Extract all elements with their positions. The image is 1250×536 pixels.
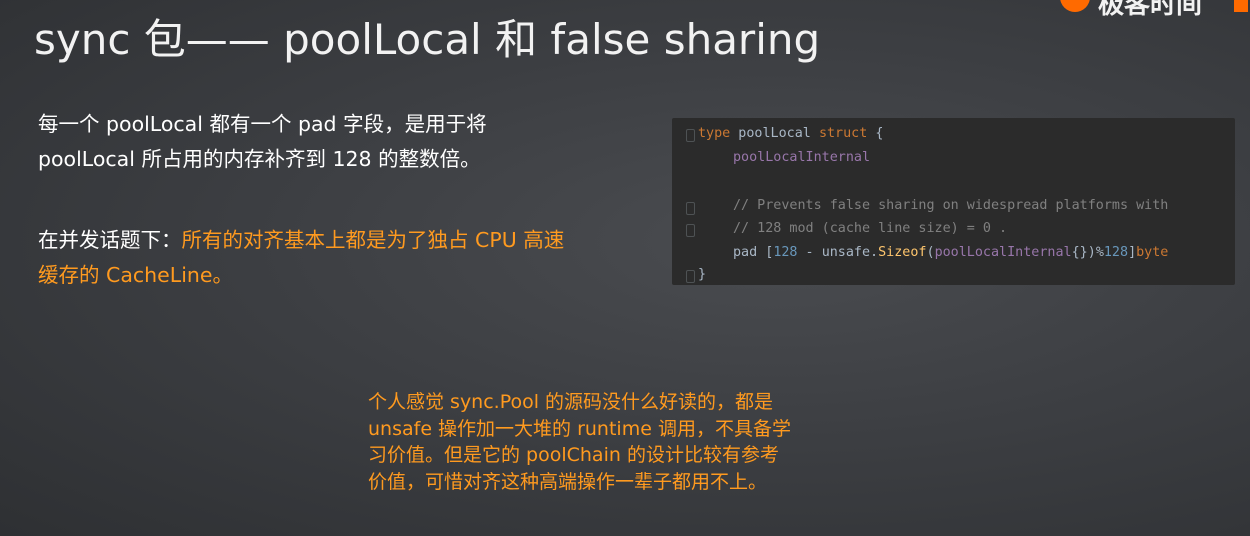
code-number: 128 bbox=[1103, 245, 1129, 260]
pad-description: 每一个 poolLocal 都有一个 pad 字段，是用于将 poolLocal… bbox=[38, 107, 487, 177]
fold-marker-icon bbox=[686, 270, 695, 283]
alignment-note: 在并发话题下：所有的对齐基本上都是为了独占 CPU 高速 缓存的 CacheLi… bbox=[38, 223, 564, 293]
code-line-3: // Prevents false sharing on widespread … bbox=[733, 198, 1169, 213]
code-snippet: type poolLocal struct { poolLocalInterna… bbox=[672, 118, 1235, 285]
note-line3: 习价值。但是它的 poolChain 的设计比较有参考 bbox=[368, 444, 779, 466]
code-punct: {}) bbox=[1071, 245, 1096, 260]
code-punct: ( bbox=[926, 245, 935, 260]
code-field: poolLocalInternal bbox=[733, 150, 871, 165]
code-punct: ] bbox=[1128, 245, 1137, 260]
alignment-note-highlight-line2: 缓存的 CacheLine。 bbox=[38, 263, 233, 287]
code-punct: { bbox=[867, 126, 884, 141]
code-line-5: pad [128 - unsafe.Sizeof(poolLocalIntern… bbox=[733, 245, 1168, 260]
code-field: poolLocalInternal bbox=[934, 245, 1072, 260]
alignment-note-prefix: 在并发话题下： bbox=[38, 228, 182, 252]
code-line-1: type poolLocal struct { bbox=[698, 126, 883, 141]
code-line-6: } bbox=[698, 267, 706, 282]
code-identifier: poolLocal bbox=[730, 126, 819, 141]
fold-marker-icon bbox=[686, 224, 695, 237]
fold-marker-icon bbox=[686, 129, 695, 142]
note-line1: 个人感觉 sync.Pool 的源码没什么好读的，都是 bbox=[368, 391, 774, 413]
code-punct: % bbox=[1095, 245, 1104, 260]
code-identifier: unsafe. bbox=[821, 245, 879, 260]
code-line-2: poolLocalInternal bbox=[733, 150, 870, 165]
code-identifier: pad bbox=[733, 245, 766, 260]
code-function: Sizeof bbox=[878, 245, 927, 260]
code-punct: - bbox=[797, 245, 822, 260]
logo-badge bbox=[1234, 0, 1248, 12]
geektime-logo-icon bbox=[1060, 0, 1090, 12]
code-punct: } bbox=[698, 267, 707, 282]
note-line2: unsafe 操作加一大堆的 runtime 调用，不具备学 bbox=[368, 417, 791, 440]
pad-description-line2: poolLocal 所占用的内存补齐到 128 的整数倍。 bbox=[38, 147, 481, 171]
note-line4: 价值，可惜对齐这种高端操作一辈子都用不上。 bbox=[368, 470, 768, 493]
code-line-4: // 128 mod (cache line size) = 0 . bbox=[733, 221, 1008, 236]
code-keyword: type bbox=[698, 126, 731, 141]
pad-description-line1: 每一个 poolLocal 都有一个 pad 字段，是用于将 bbox=[38, 112, 487, 136]
geektime-logo: 极客时间 bbox=[1050, 0, 1250, 16]
personal-opinion-note: 个人感觉 sync.Pool 的源码没什么好读的，都是 unsafe 操作加一大… bbox=[368, 389, 791, 495]
alignment-note-highlight-line1: 所有的对齐基本上都是为了独占 CPU 高速 bbox=[181, 228, 565, 252]
fold-marker-icon bbox=[686, 202, 695, 215]
code-keyword: struct bbox=[818, 126, 868, 141]
logo-text: 极客时间 bbox=[1098, 0, 1203, 16]
code-keyword: byte bbox=[1136, 245, 1169, 260]
slide-title: sync 包—— poolLocal 和 false sharing bbox=[34, 15, 821, 64]
code-number: 128 bbox=[773, 245, 798, 260]
